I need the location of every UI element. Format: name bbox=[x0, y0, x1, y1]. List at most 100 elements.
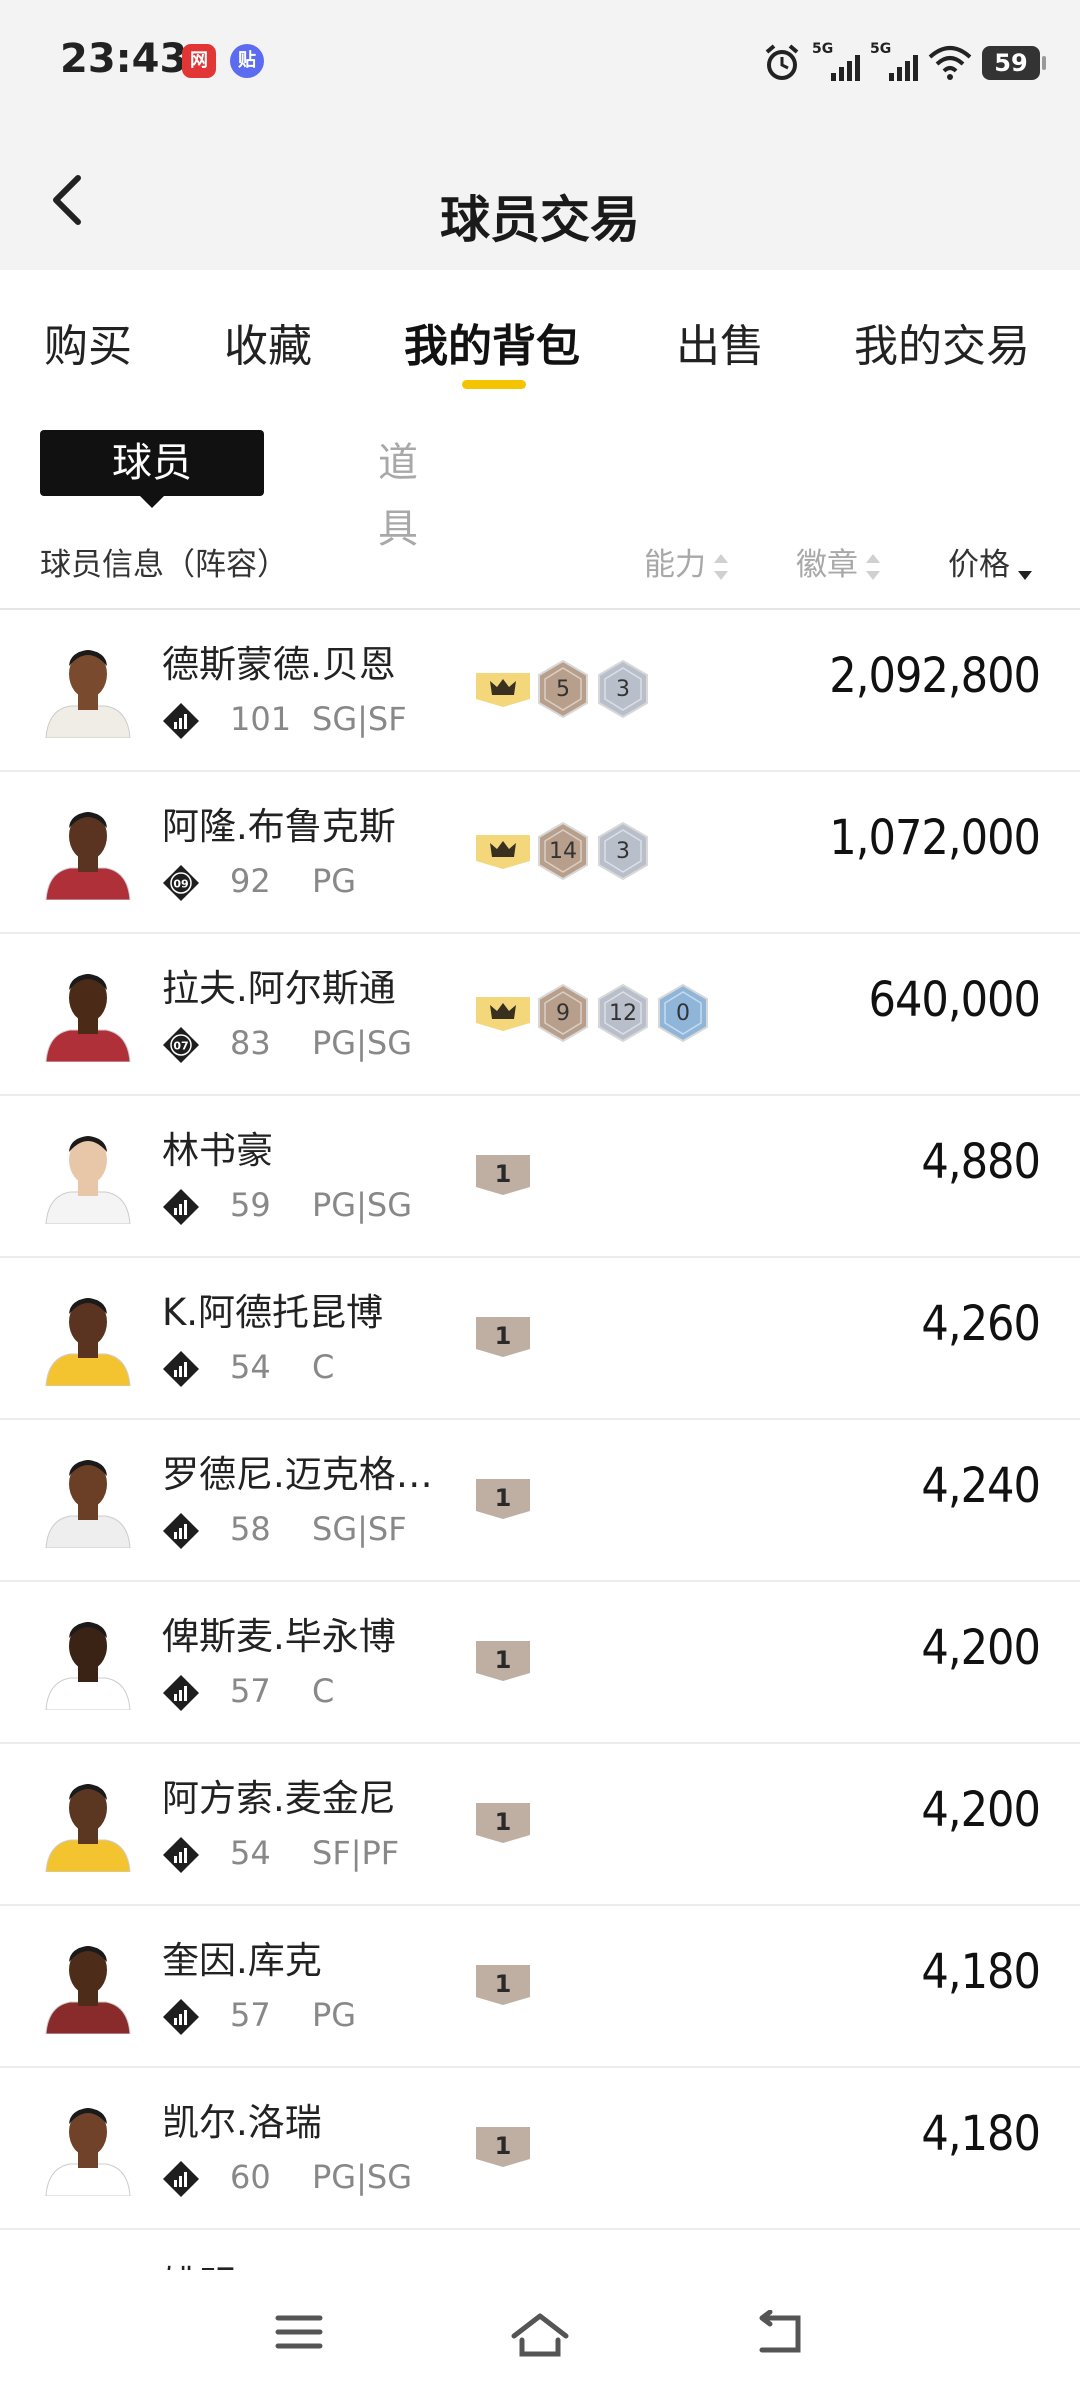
badge-count: 0 bbox=[676, 1001, 690, 1026]
tab-favorites[interactable]: 收藏 bbox=[224, 310, 312, 374]
badge-group: 1 bbox=[476, 1792, 530, 1854]
lineup-number: 09 bbox=[173, 878, 188, 891]
tier-badge-icon: 1 bbox=[476, 1803, 530, 1843]
col-badges[interactable]: 徽章 bbox=[796, 539, 880, 584]
sort-desc-icon bbox=[1018, 554, 1032, 580]
sort-icon bbox=[714, 553, 728, 580]
alarm-icon bbox=[765, 44, 799, 80]
lineup-bars-icon bbox=[163, 1837, 199, 1873]
player-avatar bbox=[45, 1298, 131, 1386]
badge-count: 1 bbox=[495, 1484, 512, 1512]
tieba-icon: 贴 bbox=[230, 44, 264, 78]
status-icons: 5G 5G 59 bbox=[762, 38, 1046, 88]
col-ability[interactable]: 能力 bbox=[644, 539, 728, 584]
player-rating: 57 bbox=[230, 1996, 271, 2034]
player-price: 1,072,000 bbox=[829, 810, 1041, 866]
badge-count: 1 bbox=[495, 1322, 512, 1350]
badge-group: 1 bbox=[476, 1306, 530, 1368]
blue-badge-icon: 0 bbox=[658, 984, 708, 1042]
col-price-label: 价格 bbox=[948, 547, 1010, 583]
lineup-bars-icon bbox=[163, 1999, 199, 2035]
status-time: 23:43 bbox=[60, 36, 188, 82]
silver-badge-icon: 3 bbox=[598, 822, 648, 880]
player-price: 4,240 bbox=[921, 1458, 1041, 1514]
player-row[interactable]: 拉夫.阿尔斯通 07 83 PG|SG 9 12 0 640,000 bbox=[0, 934, 1080, 1096]
player-price: 4,180 bbox=[921, 2106, 1041, 2162]
player-rating: 54 bbox=[230, 1348, 271, 1386]
player-rating: 83 bbox=[230, 1024, 271, 1062]
home-icon[interactable] bbox=[510, 2310, 570, 2360]
player-rating: 58 bbox=[230, 1510, 271, 1548]
badge-count: 1 bbox=[495, 1808, 512, 1836]
badge-count: 14 bbox=[549, 839, 577, 864]
player-row[interactable]: 林书豪 59 PG|SG 1 4,880 bbox=[0, 1096, 1080, 1258]
col-ability-label: 能力 bbox=[644, 547, 706, 583]
player-price: 2,092,800 bbox=[829, 648, 1041, 704]
player-price: 4,880 bbox=[921, 1134, 1041, 1190]
player-avatar bbox=[45, 974, 131, 1062]
player-list: 德斯蒙德.贝恩 101 SG|SF 5 3 2,092,800 阿隆.布鲁克斯 09 92 PG 1… bbox=[0, 610, 1080, 2392]
player-name: 罗德尼.迈克格… bbox=[162, 1453, 433, 1496]
tab-sell[interactable]: 出售 bbox=[676, 310, 764, 374]
badge-group: 1 bbox=[476, 1144, 530, 1206]
crown-icon bbox=[476, 997, 530, 1031]
player-row[interactable]: 德斯蒙德.贝恩 101 SG|SF 5 3 2,092,800 bbox=[0, 610, 1080, 772]
tab-my-backpack[interactable]: 我的背包 bbox=[404, 310, 580, 374]
badge-count: 5 bbox=[556, 677, 570, 702]
menu-icon[interactable] bbox=[274, 2310, 324, 2354]
col-price[interactable]: 价格 bbox=[948, 539, 1032, 584]
player-position: PG bbox=[312, 1996, 357, 2034]
player-rating: 60 bbox=[230, 2158, 271, 2196]
bronze-badge-icon: 9 bbox=[538, 984, 588, 1042]
player-price: 4,200 bbox=[921, 1782, 1041, 1838]
player-avatar bbox=[45, 1622, 131, 1710]
tab-buy[interactable]: 购买 bbox=[44, 310, 132, 374]
tab-my-trades[interactable]: 我的交易 bbox=[854, 310, 1030, 374]
bronze-badge-icon: 5 bbox=[538, 660, 588, 718]
player-row[interactable]: 奎因.库克 57 PG 1 4,180 bbox=[0, 1906, 1080, 2068]
player-position: SG|SF bbox=[312, 700, 407, 738]
player-row[interactable]: K.阿德托昆博 54 C 1 4,260 bbox=[0, 1258, 1080, 1420]
player-rating: 57 bbox=[230, 1672, 271, 1710]
wifi-icon bbox=[928, 46, 972, 80]
player-price: 640,000 bbox=[868, 972, 1041, 1028]
player-name: 德斯蒙德.贝恩 bbox=[162, 643, 396, 686]
subtab-players[interactable]: 球员 bbox=[40, 430, 264, 508]
player-position: PG|SG bbox=[312, 1186, 412, 1224]
player-position: C bbox=[312, 1348, 335, 1386]
lineup-bars-icon bbox=[163, 1513, 199, 1549]
player-row[interactable]: 阿隆.布鲁克斯 09 92 PG 14 3 1,072,000 bbox=[0, 772, 1080, 934]
col-badges-label: 徽章 bbox=[796, 547, 858, 583]
player-row[interactable]: 罗德尼.迈克格… 58 SG|SF 1 4,240 bbox=[0, 1420, 1080, 1582]
player-name: 林书豪 bbox=[162, 1129, 273, 1172]
silver-badge-icon: 12 bbox=[598, 984, 648, 1042]
badge-group: 9 12 0 bbox=[476, 982, 710, 1044]
page-title: 球员交易 bbox=[440, 191, 640, 249]
player-position: C bbox=[312, 1672, 335, 1710]
badge-count: 1 bbox=[495, 2132, 512, 2160]
badge-group: 1 bbox=[476, 1468, 530, 1530]
player-name: 奎因.库克 bbox=[162, 1939, 322, 1982]
active-tab-indicator bbox=[462, 380, 526, 389]
crown-icon bbox=[476, 673, 530, 707]
player-rating: 59 bbox=[230, 1186, 271, 1224]
badge-group: 1 bbox=[476, 2116, 530, 2178]
player-name: K.阿德托昆博 bbox=[162, 1291, 384, 1334]
back-nav-icon[interactable] bbox=[754, 2310, 806, 2356]
lineup-number-icon: 09 bbox=[163, 865, 199, 901]
badge-group: 1 bbox=[476, 1954, 530, 2016]
lineup-bars-icon bbox=[163, 1351, 199, 1387]
sort-icon bbox=[866, 553, 880, 580]
badge-count: 1 bbox=[495, 1646, 512, 1674]
player-row[interactable]: 凯尔.洛瑞 60 PG|SG 1 4,180 bbox=[0, 2068, 1080, 2230]
player-row[interactable]: 阿方索.麦金尼 54 SF|PF 1 4,200 bbox=[0, 1744, 1080, 1906]
badge-group: 1 bbox=[476, 1630, 530, 1692]
player-position: SG|SF bbox=[312, 1510, 407, 1548]
badge-count: 3 bbox=[616, 677, 630, 702]
player-price: 4,180 bbox=[921, 1944, 1041, 2000]
tier-badge-icon: 1 bbox=[476, 1965, 530, 2005]
player-avatar bbox=[45, 1460, 131, 1548]
tier-badge-icon: 1 bbox=[476, 1317, 530, 1357]
player-row[interactable]: 俾斯麦.毕永博 57 C 1 4,200 bbox=[0, 1582, 1080, 1744]
player-avatar bbox=[45, 1136, 131, 1224]
